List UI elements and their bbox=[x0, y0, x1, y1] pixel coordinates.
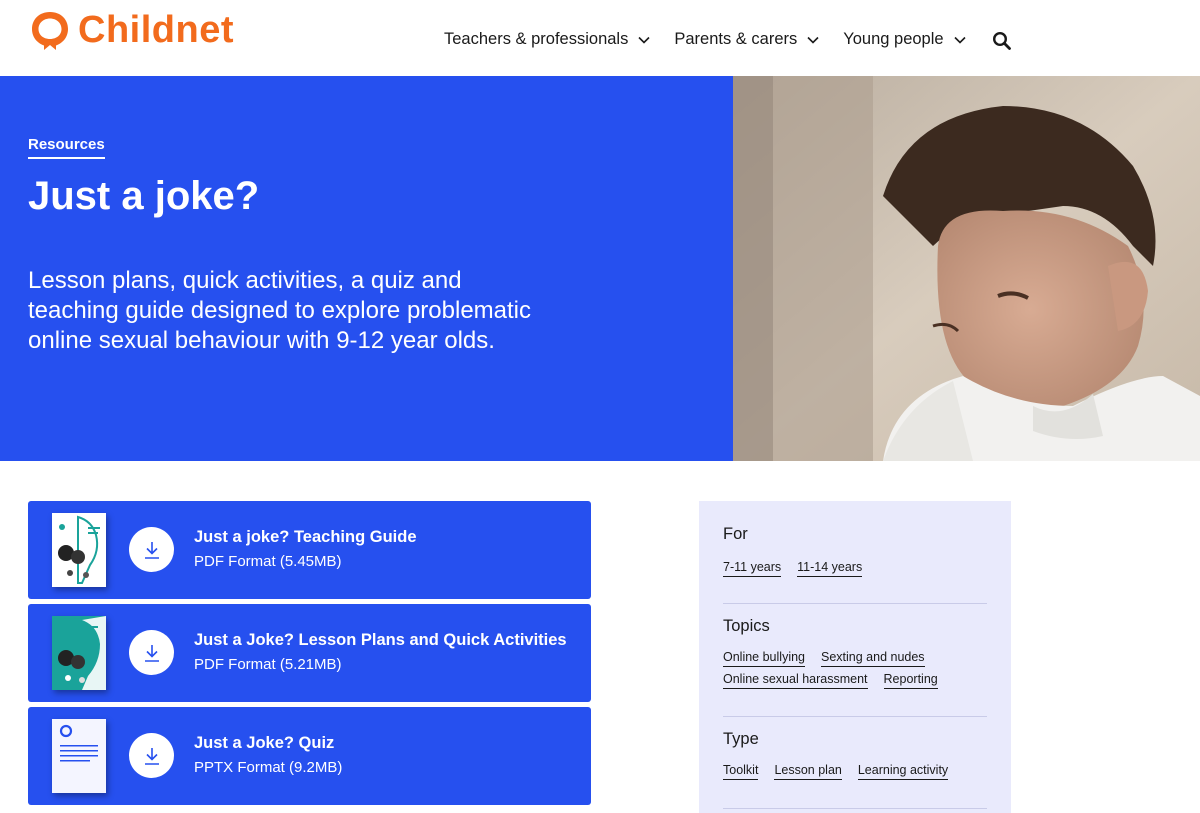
download-button[interactable] bbox=[129, 733, 174, 778]
tag-learning-activity[interactable]: Learning activity bbox=[857, 763, 949, 780]
tag-toolkit[interactable]: Toolkit bbox=[723, 763, 759, 780]
nav-label: Teachers & professionals bbox=[444, 30, 629, 48]
download-format: PDF Format (5.21MB) bbox=[194, 656, 342, 673]
download-format: PPTX Format (9.2MB) bbox=[194, 759, 343, 776]
breadcrumb-resources[interactable]: Resources bbox=[28, 136, 105, 159]
document-thumbnail bbox=[52, 616, 106, 690]
download-quiz[interactable]: Just a Joke? Quiz PPTX Format (9.2MB) bbox=[28, 707, 591, 805]
type-heading: Type bbox=[723, 730, 759, 748]
type-tags: Toolkit Lesson plan Learning activity bbox=[723, 763, 987, 785]
brand-name: Childnet bbox=[78, 8, 234, 51]
download-title: Just a Joke? Lesson Plans and Quick Acti… bbox=[194, 631, 567, 649]
tag-lesson-plan[interactable]: Lesson plan bbox=[774, 763, 842, 780]
topics-section: Topics Online bullying Sexting and nudes… bbox=[723, 604, 987, 717]
nav-parents[interactable]: Parents & carers bbox=[674, 30, 819, 49]
resource-metadata-panel: For 7-11 years 11-14 years Topics Online… bbox=[699, 501, 1011, 813]
page-description: Lesson plans, quick activities, a quiz a… bbox=[28, 267, 532, 354]
tag-age-7-11[interactable]: 7-11 years bbox=[723, 560, 782, 577]
quiz-cover-icon bbox=[52, 719, 106, 793]
search-icon[interactable] bbox=[992, 31, 1012, 51]
topics-heading: Topics bbox=[723, 617, 770, 635]
nav-teachers[interactable]: Teachers & professionals bbox=[444, 30, 650, 49]
tag-online-sexual-harassment[interactable]: Online sexual harassment bbox=[723, 672, 868, 689]
tag-age-11-14[interactable]: 11-14 years bbox=[797, 560, 863, 577]
tag-reporting[interactable]: Reporting bbox=[883, 672, 938, 689]
main-nav: Teachers & professionals Parents & carer… bbox=[444, 30, 990, 49]
download-icon bbox=[144, 644, 159, 662]
download-button[interactable] bbox=[129, 527, 174, 572]
chevron-down-icon bbox=[638, 36, 650, 44]
download-icon bbox=[144, 541, 159, 559]
for-section: For 7-11 years 11-14 years bbox=[723, 501, 987, 604]
teaching-guide-cover-icon bbox=[52, 513, 106, 587]
for-tags: 7-11 years 11-14 years bbox=[723, 560, 987, 582]
downloads-list: Just a joke? Teaching Guide PDF Format (… bbox=[28, 501, 591, 810]
type-section: Type Toolkit Lesson plan Learning activi… bbox=[723, 717, 987, 809]
page-title: Just a joke? bbox=[28, 174, 260, 218]
childnet-logo-icon bbox=[32, 12, 68, 50]
hero-banner: Resources Just a joke? Lesson plans, qui… bbox=[0, 76, 733, 461]
download-title: Just a Joke? Quiz bbox=[194, 734, 335, 752]
boy-photo-illustration bbox=[733, 76, 1200, 461]
download-icon bbox=[144, 747, 159, 765]
for-heading: For bbox=[723, 525, 748, 543]
document-thumbnail bbox=[52, 513, 106, 587]
download-title: Just a joke? Teaching Guide bbox=[194, 528, 417, 546]
download-teaching-guide[interactable]: Just a joke? Teaching Guide PDF Format (… bbox=[28, 501, 591, 599]
nav-young-people[interactable]: Young people bbox=[843, 30, 966, 49]
tag-online-bullying[interactable]: Online bullying bbox=[723, 650, 805, 667]
childnet-logo[interactable]: Childnet bbox=[28, 8, 234, 52]
download-format: PDF Format (5.45MB) bbox=[194, 553, 342, 570]
site-header: Childnet Teachers & professionals Parent… bbox=[0, 0, 1200, 76]
nav-label: Parents & carers bbox=[674, 30, 798, 48]
download-button[interactable] bbox=[129, 630, 174, 675]
tag-sexting-and-nudes[interactable]: Sexting and nudes bbox=[821, 650, 925, 667]
lesson-plans-cover-icon bbox=[52, 616, 106, 690]
chevron-down-icon bbox=[807, 36, 819, 44]
download-lesson-plans[interactable]: Just a Joke? Lesson Plans and Quick Acti… bbox=[28, 604, 591, 702]
document-thumbnail bbox=[52, 719, 106, 793]
chevron-down-icon bbox=[954, 36, 966, 44]
topics-tags: Online bullying Sexting and nudes Online… bbox=[723, 650, 987, 694]
hero-image bbox=[733, 76, 1200, 461]
nav-label: Young people bbox=[843, 30, 944, 48]
